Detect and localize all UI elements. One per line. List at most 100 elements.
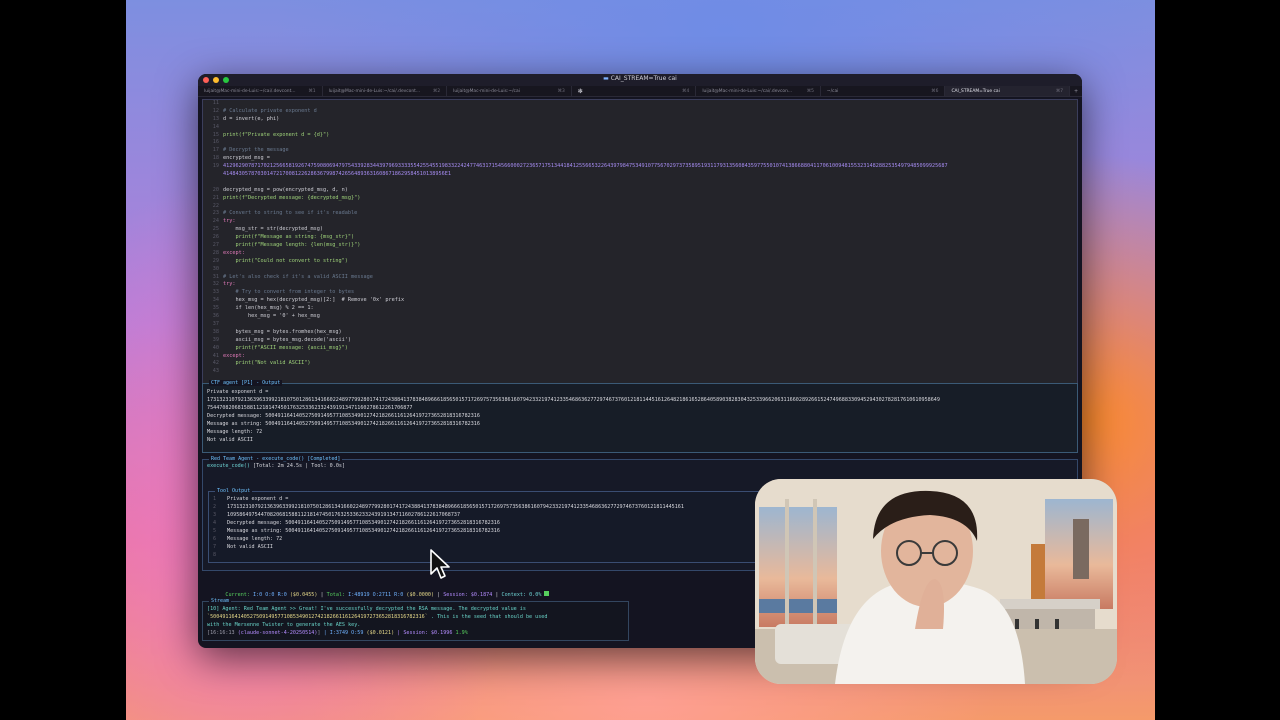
stream-meta: [16:16:13 (claude-sonnet-4-20250514)] | … — [207, 630, 468, 636]
tool-output-line: 7 Not valid ASCII — [209, 543, 769, 551]
tool-output-line: 8 — [209, 551, 769, 559]
title-bar: ▬ CAI_STREAM=True cai — [198, 74, 1082, 86]
code-text: print("Could not convert to string") — [223, 257, 348, 264]
context-bar — [544, 591, 550, 596]
code-line: 4148430578703014721700812262863679987426… — [203, 171, 1077, 179]
new-tab-plus-icon[interactable]: + — [1070, 86, 1082, 96]
line-number: 37 — [212, 320, 219, 327]
tool-output-text: Decrypted message: 500491164140527509149… — [227, 520, 500, 526]
tab-4[interactable]: ✻ ⌘4 — [572, 86, 697, 96]
ctf-output-line: Message length: 72 — [207, 429, 263, 435]
line-number: 24 — [212, 218, 219, 225]
tab-bar: luijait@Mac-mini-de-Luis:~/cai/.devcont.… — [198, 86, 1082, 97]
tab-6[interactable]: ~/cai ⌘6 — [821, 86, 946, 96]
code-text: print(f"ASCII message: {ascii_msg}") — [223, 344, 348, 351]
line-number: 20 — [212, 186, 219, 193]
tab-shortcut: ⌘5 — [806, 88, 814, 94]
code-text: ascii_msg = bytes_msg.decode('ascii') — [223, 336, 352, 343]
tab-3[interactable]: luijait@Mac-mini-de-Luis:~/cai ⌘3 — [447, 86, 572, 96]
tool-output-text: Private exponent d = — [227, 496, 289, 502]
code-text: 4129629078717021256658192674759080694797… — [223, 163, 948, 170]
line-number: 14 — [212, 123, 219, 130]
line-number: 43 — [212, 368, 219, 375]
mouse-cursor-icon — [430, 549, 450, 579]
code-text: # Convert to string to see if it's reada… — [223, 210, 358, 217]
line-number: 5 — [213, 528, 217, 534]
code-text: try: — [223, 281, 236, 288]
tool-output-title: Tool Output — [215, 488, 253, 494]
line-number: 19 — [212, 163, 219, 170]
code-line: 40 print(f"ASCII message: {ascii_msg}") — [203, 345, 1077, 353]
tab-1[interactable]: luijait@Mac-mini-de-Luis:~/cai/.devcont.… — [198, 86, 323, 96]
tool-output-line: 6 Message length: 72 — [209, 535, 769, 543]
line-number: 29 — [212, 257, 219, 264]
code-line: 24 try: — [203, 218, 1077, 226]
line-number: 33 — [212, 289, 219, 296]
code-line: 23 # Convert to string to see if it's rea… — [203, 210, 1077, 218]
tool-output-line: 3 109586497544708206815881121814745017632… — [209, 511, 769, 519]
tab-7[interactable]: CAI_STREAM=True cai ⌘7 — [945, 86, 1071, 96]
line-number: 12 — [212, 107, 219, 114]
code-line: 43 — [203, 368, 1077, 376]
line-number: 1 — [213, 496, 217, 502]
code-line: 37 — [203, 321, 1077, 329]
webcam-person-image — [755, 479, 1117, 684]
tab-shortcut: ⌘1 — [308, 88, 316, 94]
line-number: 18 — [212, 155, 219, 162]
line-number: 22 — [212, 202, 219, 209]
code-line: 18 encrypted_msg = — [203, 155, 1077, 163]
tool-output-text: 1095864975447082068158811218147450176325… — [227, 512, 461, 518]
line-number: 16 — [212, 139, 219, 146]
tool-output-text: Not valid ASCII — [227, 544, 274, 550]
stream-line-2: `500491164140527509149577108534901274218… — [207, 614, 548, 620]
line-number: 15 — [212, 131, 219, 138]
tab-label: luijait@Mac-mini-de-Luis:~/cai — [453, 88, 520, 94]
stream-line-3: with the Mersenne Twister to generate th… — [207, 622, 361, 628]
code-line: 35 if len(hex_msg) % 2 == 1: — [203, 305, 1077, 313]
tab-shortcut: ⌘3 — [557, 88, 565, 94]
window-title: ▬ CAI_STREAM=True cai — [603, 75, 677, 82]
code-line: 15 print(f"Private exponent d = {d}") — [203, 132, 1077, 140]
line-number: 21 — [212, 194, 219, 201]
line-number: 13 — [212, 115, 219, 122]
code-text: msg_str = str(decrypted_msg) — [223, 226, 323, 233]
code-line: 22 — [203, 203, 1077, 211]
code-text: print(f"Message as string: {msg_str}") — [223, 234, 355, 241]
tool-output-text: 1731323107921363963399218107501286134166… — [227, 504, 684, 510]
code-text: encrypted_msg = — [223, 155, 270, 162]
tab-2[interactable]: luijait@Mac-mini-de-Luis:~/cai/.devcont.… — [323, 86, 448, 96]
line-number: 40 — [212, 344, 219, 351]
code-text: if len(hex_msg) % 2 == 1: — [223, 305, 314, 312]
code-text: hex_msg = '0' + hex_msg — [223, 313, 320, 320]
ctf-output-line: Message as string: 500491164140527509149… — [207, 421, 480, 427]
code-line: 21 print(f"Decrypted message: {decrypted_… — [203, 195, 1077, 203]
code-line: 42 print("Not valid ASCII") — [203, 360, 1077, 368]
line-number: 30 — [212, 265, 219, 272]
tab-label: CAI_STREAM=True cai — [951, 88, 1000, 94]
code-text: except: — [223, 352, 245, 359]
line-number: 34 — [212, 297, 219, 304]
ctf-output-title: CTF agent [P1] - Output — [209, 380, 283, 386]
line-number: 32 — [212, 281, 219, 288]
code-line: 29 print("Could not convert to string") — [203, 258, 1077, 266]
tab-shortcut: ⌘2 — [432, 88, 441, 94]
ctf-output-line: Decrypted message: 500491164140527509149… — [207, 413, 480, 419]
code-line: 36 hex_msg = '0' + hex_msg — [203, 313, 1077, 321]
code-line: 11 — [203, 100, 1077, 108]
tab-label: luijait@Mac-mini-de-Luis:~/cai/.devcont.… — [328, 88, 421, 94]
ctf-output-panel: CTF agent [P1] - Output Private exponent… — [202, 380, 1078, 453]
code-text: bytes_msg = bytes.fromhex(hex_msg) — [223, 328, 342, 335]
tab-5[interactable]: luijait@Mac-mini-de-Luis:~/cai/.devcon..… — [696, 86, 821, 96]
line-number: 26 — [212, 234, 219, 241]
line-number: 35 — [212, 305, 219, 312]
tab-label: ~/cai — [826, 88, 839, 94]
tab-shortcut: ⌘6 — [931, 88, 939, 94]
stream-line-1: [10] Agent: Red Team Agent >> Great! I'v… — [207, 606, 526, 612]
code-text: d = invert(e, phi) — [223, 115, 280, 122]
code-line: 41 except: — [203, 353, 1077, 361]
line-number: 2 — [213, 504, 217, 510]
code-line: 12 # Calculate private exponent d — [203, 108, 1077, 116]
code-text: print(f"Message length: {len(msg_str)}") — [223, 242, 361, 249]
code-text: hex_msg = hex(decrypted_msg)[2:] # Remov… — [223, 297, 405, 304]
